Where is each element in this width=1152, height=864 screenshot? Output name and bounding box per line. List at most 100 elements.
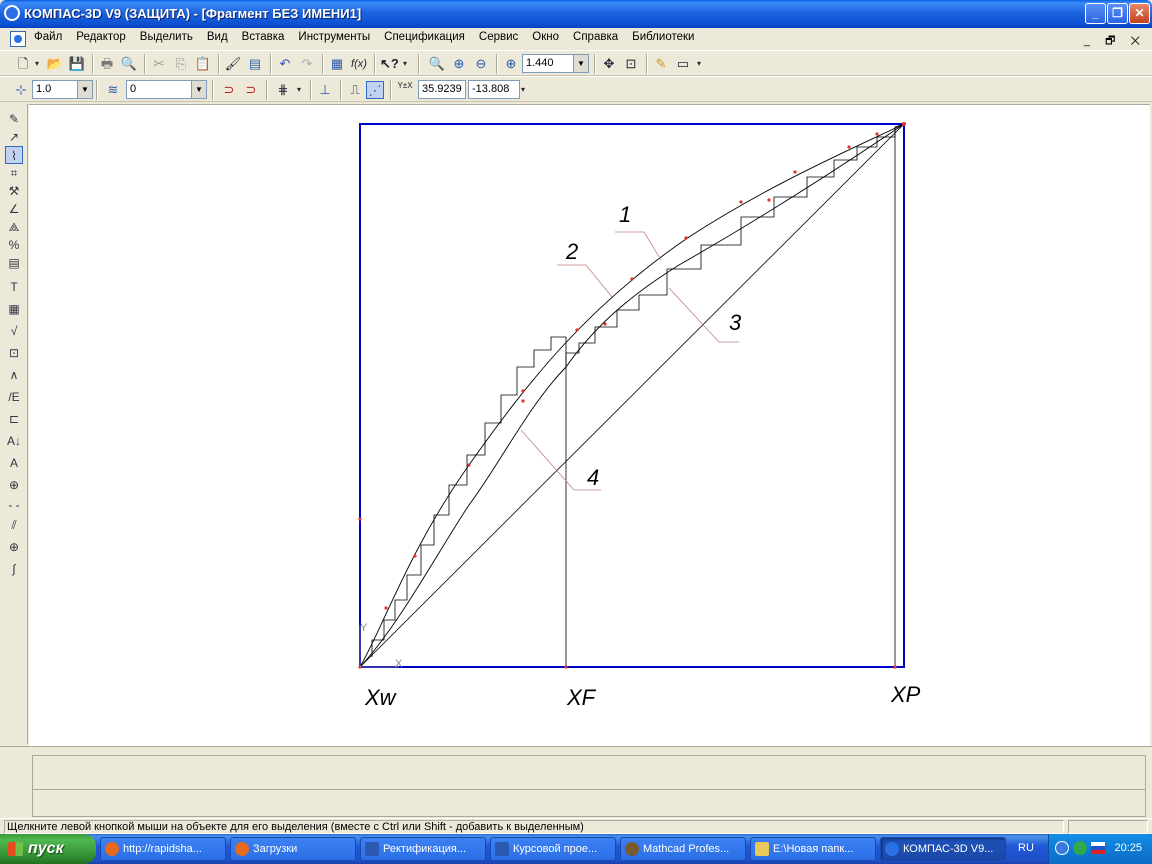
task-button-downloads[interactable]: Загрузки [230, 837, 356, 861]
geometry-icon[interactable]: ✎ [5, 110, 23, 128]
editing-icon[interactable]: ⚒ [5, 182, 23, 200]
menu-insert[interactable]: Вставка [242, 31, 292, 43]
parametrization-icon[interactable]: ∠ [5, 200, 23, 218]
zoom-out-icon[interactable]: ⊖ [472, 55, 490, 73]
view-arrow-icon[interactable]: A↓ [5, 432, 23, 450]
sketch-curve-icon[interactable]: ⌇ [5, 146, 23, 164]
snap-magnet-icon[interactable]: ⊃ [220, 81, 238, 99]
ortho-mode-icon[interactable]: ⎍ [346, 81, 364, 99]
grid-icon[interactable]: ⋕ [274, 81, 292, 99]
menu-file[interactable]: Файл [34, 31, 69, 43]
save-icon[interactable]: 💾 [68, 55, 86, 73]
text-icon[interactable]: T [5, 278, 23, 296]
clock[interactable]: 20:25 [1114, 842, 1142, 854]
language-indicator[interactable]: RU [1018, 842, 1034, 854]
show-all-icon[interactable]: ⊡ [622, 55, 640, 73]
calculator-icon[interactable]: ▦ [328, 55, 346, 73]
task-button-folder[interactable]: E:\Новая папк... [750, 837, 876, 861]
coord-dropdown-icon[interactable]: ▾ [518, 81, 528, 99]
menu-tools[interactable]: Инструменты [298, 31, 377, 43]
menu-editor[interactable]: Редактор [76, 31, 133, 43]
menu-select[interactable]: Выделить [140, 31, 200, 43]
layers-icon[interactable]: ≋ [104, 81, 122, 99]
local-snap-magnet-icon[interactable]: ⊃ [242, 81, 260, 99]
menu-window[interactable]: Окно [532, 31, 566, 43]
copy-icon[interactable]: ⎘ [172, 55, 190, 73]
task-button-word-course[interactable]: Курсовой прое... [490, 837, 616, 861]
menu-help[interactable]: Справка [573, 31, 625, 43]
spline-icon[interactable]: ∫ [5, 560, 23, 578]
selection-icon[interactable]: % [5, 236, 23, 254]
measure-icon[interactable]: ⟁ [5, 218, 23, 236]
maximize-button[interactable]: ❐ [1107, 3, 1128, 24]
menu-libraries[interactable]: Библиотеки [632, 31, 701, 43]
zoom-field[interactable]: 1.440 [522, 54, 574, 73]
coord-x-field[interactable]: 35.9239 [418, 80, 466, 99]
mdi-controls[interactable]: _ 🗗 ✕ [1084, 32, 1146, 51]
step-cursor-icon[interactable]: ⊹ [12, 81, 30, 99]
parametric-mode-icon[interactable]: ⋰ [366, 81, 384, 99]
step-field[interactable]: 1.0 [32, 80, 78, 99]
tray-language-flag-icon[interactable] [1091, 842, 1105, 854]
drawing-canvas[interactable]: 1 2 3 4 Xw XF XP Y X [29, 104, 1150, 746]
zoom-in-icon[interactable]: ⊕ [450, 55, 468, 73]
grid-dropdown-icon[interactable]: ▾ [294, 81, 304, 99]
document-icon[interactable] [10, 31, 26, 47]
symbols-icon[interactable]: ⌗ [5, 164, 23, 182]
properties-brush-icon[interactable]: 🖌 [224, 55, 242, 73]
new-document-icon[interactable]: 🗋 [14, 55, 32, 73]
menu-view[interactable]: Вид [207, 31, 235, 43]
undo-icon[interactable]: ↶ [276, 55, 294, 73]
dimensions-icon[interactable]: ↗ [5, 128, 23, 146]
display-dropdown-icon[interactable]: ▾ [694, 55, 704, 73]
task-button-word-rectification[interactable]: Ректификация... [360, 837, 486, 861]
layer-field[interactable]: 0 [126, 80, 192, 99]
print-preview-icon[interactable]: 🔍 [120, 55, 138, 73]
center-mark-icon[interactable]: ⊕ [5, 538, 23, 556]
wave-icon[interactable]: ⊕ [5, 476, 23, 494]
base-icon[interactable]: ⊡ [5, 344, 23, 362]
step-dropdown-icon[interactable]: ▼ [78, 80, 93, 99]
menu-specification[interactable]: Спецификация [384, 31, 472, 43]
help-pointer-icon[interactable]: ↖? [380, 55, 399, 73]
start-button[interactable]: пуск [0, 834, 96, 864]
close-button[interactable]: ✕ [1129, 3, 1150, 24]
tray-network-icon[interactable] [1073, 841, 1087, 855]
spec-icon[interactable]: ▤ [5, 254, 23, 272]
function-fx-icon[interactable]: f(x) [350, 55, 368, 73]
tolerance-icon[interactable]: /E [5, 388, 23, 406]
leader-icon[interactable]: ∧ [5, 366, 23, 384]
task-button-mathcad[interactable]: Mathcad Profes... [620, 837, 746, 861]
table-icon[interactable]: ▦ [5, 300, 23, 318]
layer-dropdown-icon[interactable]: ▼ [192, 80, 207, 99]
properties-panel-area[interactable] [32, 755, 1146, 817]
kompas-app-icon[interactable] [4, 5, 20, 21]
zoom-window-icon[interactable]: 🔍 [428, 55, 446, 73]
refresh-brush-icon[interactable]: ✎ [652, 55, 670, 73]
task-button-kompas[interactable]: КОМПАС-3D V9... [880, 837, 1006, 861]
minimize-button[interactable]: _ [1085, 3, 1106, 24]
print-icon[interactable]: 🖶 [98, 55, 116, 73]
open-icon[interactable]: 📂 [46, 55, 64, 73]
help-dropdown-icon[interactable]: ▾ [400, 55, 410, 73]
document-manager-icon[interactable]: ▤ [246, 55, 264, 73]
paste-icon[interactable]: 📋 [194, 55, 212, 73]
display-mode-icon[interactable]: ▭ [674, 55, 692, 73]
menu-service[interactable]: Сервис [479, 31, 525, 43]
dash-line-icon[interactable]: - - [5, 496, 23, 514]
task-button-browser[interactable]: http://rapidsha... [100, 837, 226, 861]
hatch-icon[interactable]: ⫽ [5, 516, 23, 534]
coord-y-field[interactable]: -13.808 [468, 80, 520, 99]
zoom-scale-icon[interactable]: ⊕ [502, 55, 520, 73]
tray-expand-icon[interactable] [1055, 841, 1069, 855]
pan-icon[interactable]: ✥ [600, 55, 618, 73]
new-dropdown-icon[interactable]: ▾ [32, 55, 42, 73]
cut-line-icon[interactable]: ⊏ [5, 410, 23, 428]
zoom-dropdown-icon[interactable]: ▼ [574, 54, 589, 73]
redo-icon[interactable]: ↷ [298, 55, 316, 73]
axis-icon[interactable]: A [5, 454, 23, 472]
local-cs-icon[interactable]: ⊥ [316, 81, 334, 99]
cut-icon[interactable]: ✂ [150, 55, 168, 73]
roughness-icon[interactable]: √ [5, 322, 23, 340]
title-bar[interactable]: КОМПАС-3D V9 (ЗАЩИТА) - [Фрагмент БЕЗ ИМ… [0, 0, 1152, 28]
